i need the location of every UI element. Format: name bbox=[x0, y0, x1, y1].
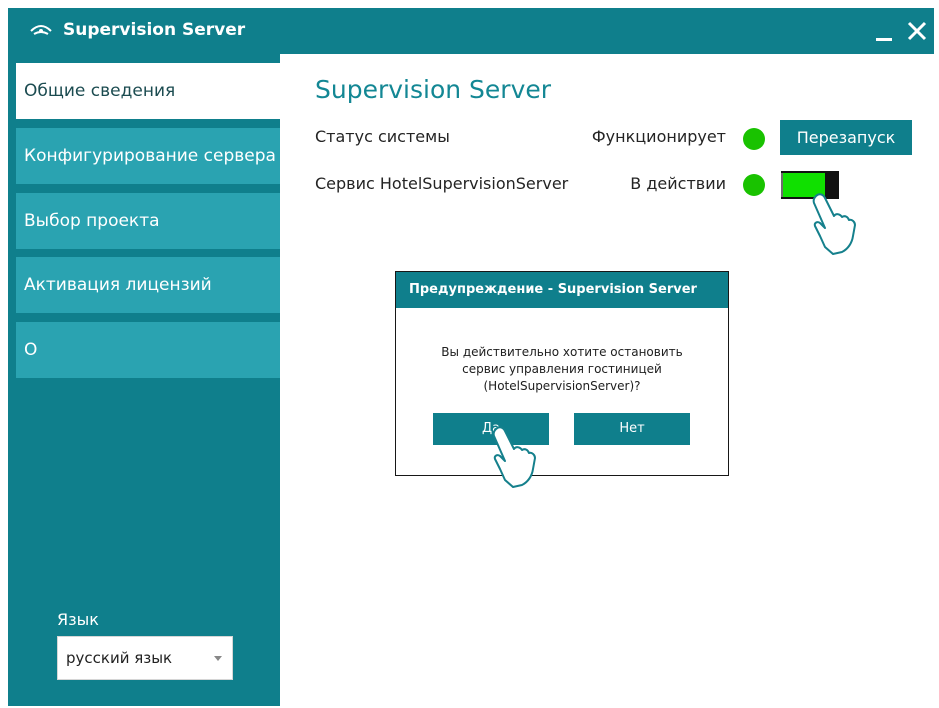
service-status-value: В действии bbox=[630, 174, 726, 193]
status-indicator-icon bbox=[743, 128, 765, 150]
system-status-value: Функционирует bbox=[591, 127, 726, 146]
sidebar: Общие сведения Конфигурирование сервера … bbox=[8, 54, 280, 706]
sidebar-item-about[interactable]: О bbox=[16, 322, 280, 378]
sidebar-item-server-config[interactable]: Конфигурирование сервера bbox=[16, 128, 280, 184]
language-select-value: русский язык bbox=[66, 649, 173, 667]
restart-button[interactable]: Перезапуск bbox=[780, 120, 912, 155]
service-toggle[interactable] bbox=[781, 171, 839, 199]
dialog-title: Предупреждение - Supervision Server bbox=[396, 272, 728, 308]
toggle-on-fill bbox=[781, 173, 825, 197]
system-status-label: Статус системы bbox=[315, 127, 450, 146]
dropdown-arrow-icon bbox=[214, 656, 222, 661]
confirmation-dialog: Предупреждение - Supervision Server Вы д… bbox=[395, 271, 729, 476]
dialog-message: Вы действительно хотите остановить серви… bbox=[406, 344, 718, 395]
window-title: Supervision Server bbox=[63, 20, 246, 40]
dialog-message-line: Вы действительно хотите остановить bbox=[441, 345, 683, 359]
service-label: Сервис HotelSupervisionServer bbox=[315, 174, 569, 193]
status-indicator-icon bbox=[743, 174, 765, 196]
dialog-message-line: сервис управления гостиницей bbox=[462, 362, 662, 376]
dialog-message-line: (HotelSupervisionServer)? bbox=[483, 379, 641, 393]
close-icon[interactable] bbox=[902, 16, 932, 46]
app-icon bbox=[30, 24, 52, 35]
title-bar: Supervision Server bbox=[8, 8, 934, 54]
app-window: Supervision Server Общие сведения Конфиг… bbox=[8, 8, 934, 706]
minimize-icon[interactable] bbox=[870, 16, 900, 46]
sidebar-item-license-activation[interactable]: Активация лицензий bbox=[16, 257, 280, 313]
yes-button[interactable]: Да bbox=[433, 413, 549, 445]
language-label: Язык bbox=[57, 610, 99, 629]
sidebar-item-project-selection[interactable]: Выбор проекта bbox=[16, 193, 280, 249]
no-button[interactable]: Нет bbox=[574, 413, 690, 445]
page-title: Supervision Server bbox=[315, 75, 552, 104]
sidebar-item-general-info[interactable]: Общие сведения bbox=[16, 63, 280, 119]
language-select[interactable]: русский язык bbox=[57, 636, 233, 680]
